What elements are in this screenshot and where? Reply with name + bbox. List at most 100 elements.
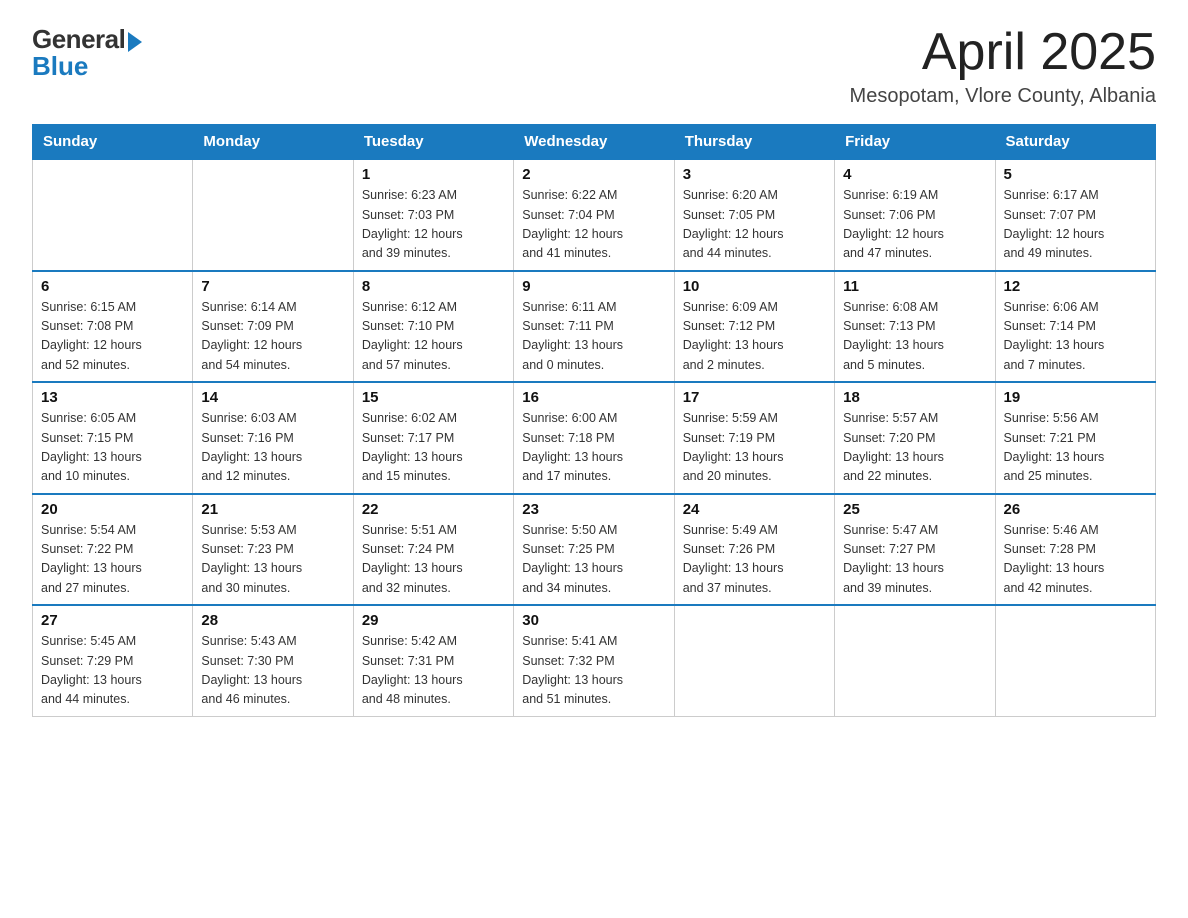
day-info: Sunrise: 6:11 AMSunset: 7:11 PMDaylight:… <box>522 298 665 376</box>
day-number: 18 <box>843 389 986 406</box>
day-info: Sunrise: 5:43 AMSunset: 7:30 PMDaylight:… <box>201 632 344 710</box>
calendar-cell: 30Sunrise: 5:41 AMSunset: 7:32 PMDayligh… <box>514 605 674 716</box>
calendar-cell: 10Sunrise: 6:09 AMSunset: 7:12 PMDayligh… <box>674 271 834 383</box>
day-number: 13 <box>41 389 184 406</box>
day-info: Sunrise: 6:17 AMSunset: 7:07 PMDaylight:… <box>1004 186 1147 264</box>
day-info: Sunrise: 5:47 AMSunset: 7:27 PMDaylight:… <box>843 521 986 599</box>
logo-blue-text: Blue <box>32 51 88 82</box>
calendar-header-thursday: Thursday <box>674 125 834 160</box>
calendar-cell: 27 Sunrise: 5:45 AMSunset: 7:29 PMDayligh… <box>33 605 193 716</box>
day-info: Sunrise: 6:15 AMSunset: 7:08 PMDaylight:… <box>41 298 184 376</box>
day-number: 7 <box>201 278 344 295</box>
day-number: 5 <box>1004 166 1147 183</box>
calendar-cell: 14 Sunrise: 6:03 AMSunset: 7:16 PMDayligh… <box>193 382 353 494</box>
calendar-week-row: 27 Sunrise: 5:45 AMSunset: 7:29 PMDayligh… <box>33 605 1156 716</box>
calendar-cell: 9 Sunrise: 6:11 AMSunset: 7:11 PMDaylight… <box>514 271 674 383</box>
day-info: Sunrise: 5:49 AMSunset: 7:26 PMDaylight:… <box>683 521 826 599</box>
calendar-cell: 12 Sunrise: 6:06 AMSunset: 7:14 PMDayligh… <box>995 271 1155 383</box>
calendar-cell: 24 Sunrise: 5:49 AMSunset: 7:26 PMDayligh… <box>674 494 834 606</box>
day-number: 25 <box>843 501 986 518</box>
calendar-cell: 26 Sunrise: 5:46 AMSunset: 7:28 PMDayligh… <box>995 494 1155 606</box>
day-number: 10 <box>683 278 826 295</box>
calendar-header-sunday: Sunday <box>33 125 193 160</box>
calendar-cell: 20 Sunrise: 5:54 AMSunset: 7:22 PMDayligh… <box>33 494 193 606</box>
day-number: 9 <box>522 278 665 295</box>
calendar-cell: 15Sunrise: 6:02 AMSunset: 7:17 PMDayligh… <box>353 382 513 494</box>
calendar-week-row: 1 Sunrise: 6:23 AMSunset: 7:03 PMDaylight… <box>33 159 1156 271</box>
day-info: Sunrise: 6:03 AMSunset: 7:16 PMDaylight:… <box>201 409 344 487</box>
day-number: 24 <box>683 501 826 518</box>
calendar-cell: 23 Sunrise: 5:50 AMSunset: 7:25 PMDayligh… <box>514 494 674 606</box>
day-info: Sunrise: 5:42 AMSunset: 7:31 PMDaylight:… <box>362 632 505 710</box>
calendar-cell: 1 Sunrise: 6:23 AMSunset: 7:03 PMDaylight… <box>353 159 513 271</box>
day-number: 14 <box>201 389 344 406</box>
day-info: Sunrise: 6:00 AMSunset: 7:18 PMDaylight:… <box>522 409 665 487</box>
day-info: Sunrise: 6:06 AMSunset: 7:14 PMDaylight:… <box>1004 298 1147 376</box>
calendar-cell: 5 Sunrise: 6:17 AMSunset: 7:07 PMDaylight… <box>995 159 1155 271</box>
day-info: Sunrise: 5:56 AMSunset: 7:21 PMDaylight:… <box>1004 409 1147 487</box>
day-number: 20 <box>41 501 184 518</box>
day-info: Sunrise: 6:20 AMSunset: 7:05 PMDaylight:… <box>683 186 826 264</box>
logo-arrow-icon <box>128 32 142 52</box>
day-info: Sunrise: 5:53 AMSunset: 7:23 PMDaylight:… <box>201 521 344 599</box>
calendar-header-saturday: Saturday <box>995 125 1155 160</box>
day-number: 27 <box>41 612 184 629</box>
calendar-cell: 17 Sunrise: 5:59 AMSunset: 7:19 PMDayligh… <box>674 382 834 494</box>
calendar-cell: 28 Sunrise: 5:43 AMSunset: 7:30 PMDayligh… <box>193 605 353 716</box>
calendar-cell: 11Sunrise: 6:08 AMSunset: 7:13 PMDayligh… <box>835 271 995 383</box>
calendar-cell: 2 Sunrise: 6:22 AMSunset: 7:04 PMDaylight… <box>514 159 674 271</box>
calendar-week-row: 13 Sunrise: 6:05 AMSunset: 7:15 PMDayligh… <box>33 382 1156 494</box>
calendar-header-friday: Friday <box>835 125 995 160</box>
day-number: 8 <box>362 278 505 295</box>
day-info: Sunrise: 5:45 AMSunset: 7:29 PMDaylight:… <box>41 632 184 710</box>
calendar-cell: 7Sunrise: 6:14 AMSunset: 7:09 PMDaylight… <box>193 271 353 383</box>
calendar-cell <box>33 159 193 271</box>
day-number: 12 <box>1004 278 1147 295</box>
month-title: April 2025 <box>850 24 1156 81</box>
day-info: Sunrise: 5:50 AMSunset: 7:25 PMDaylight:… <box>522 521 665 599</box>
day-info: Sunrise: 5:59 AMSunset: 7:19 PMDaylight:… <box>683 409 826 487</box>
day-number: 26 <box>1004 501 1147 518</box>
day-number: 1 <box>362 166 505 183</box>
day-number: 15 <box>362 389 505 406</box>
day-number: 22 <box>362 501 505 518</box>
day-info: Sunrise: 6:19 AMSunset: 7:06 PMDaylight:… <box>843 186 986 264</box>
day-info: Sunrise: 6:22 AMSunset: 7:04 PMDaylight:… <box>522 186 665 264</box>
calendar-cell: 8 Sunrise: 6:12 AMSunset: 7:10 PMDaylight… <box>353 271 513 383</box>
day-number: 16 <box>522 389 665 406</box>
calendar-header-row: SundayMondayTuesdayWednesdayThursdayFrid… <box>33 125 1156 160</box>
day-info: Sunrise: 6:12 AMSunset: 7:10 PMDaylight:… <box>362 298 505 376</box>
calendar-header-wednesday: Wednesday <box>514 125 674 160</box>
calendar-cell: 13 Sunrise: 6:05 AMSunset: 7:15 PMDayligh… <box>33 382 193 494</box>
location-title: Mesopotam, Vlore County, Albania <box>850 85 1156 108</box>
calendar-cell <box>193 159 353 271</box>
calendar-header-tuesday: Tuesday <box>353 125 513 160</box>
day-number: 19 <box>1004 389 1147 406</box>
day-number: 21 <box>201 501 344 518</box>
day-number: 4 <box>843 166 986 183</box>
day-number: 23 <box>522 501 665 518</box>
calendar-cell: 21 Sunrise: 5:53 AMSunset: 7:23 PMDayligh… <box>193 494 353 606</box>
calendar-cell: 19 Sunrise: 5:56 AMSunset: 7:21 PMDayligh… <box>995 382 1155 494</box>
day-info: Sunrise: 6:23 AMSunset: 7:03 PMDaylight:… <box>362 186 505 264</box>
calendar-table: SundayMondayTuesdayWednesdayThursdayFrid… <box>32 124 1156 717</box>
day-number: 17 <box>683 389 826 406</box>
day-info: Sunrise: 5:46 AMSunset: 7:28 PMDaylight:… <box>1004 521 1147 599</box>
day-number: 29 <box>362 612 505 629</box>
day-info: Sunrise: 6:05 AMSunset: 7:15 PMDaylight:… <box>41 409 184 487</box>
day-number: 3 <box>683 166 826 183</box>
calendar-cell: 3 Sunrise: 6:20 AMSunset: 7:05 PMDaylight… <box>674 159 834 271</box>
calendar-cell: 22Sunrise: 5:51 AMSunset: 7:24 PMDayligh… <box>353 494 513 606</box>
day-number: 30 <box>522 612 665 629</box>
day-number: 2 <box>522 166 665 183</box>
day-info: Sunrise: 5:54 AMSunset: 7:22 PMDaylight:… <box>41 521 184 599</box>
calendar-cell: 29 Sunrise: 5:42 AMSunset: 7:31 PMDayligh… <box>353 605 513 716</box>
calendar-cell: 16 Sunrise: 6:00 AMSunset: 7:18 PMDayligh… <box>514 382 674 494</box>
day-number: 28 <box>201 612 344 629</box>
calendar-week-row: 6 Sunrise: 6:15 AMSunset: 7:08 PMDaylight… <box>33 271 1156 383</box>
logo: General Blue <box>32 24 142 82</box>
day-number: 6 <box>41 278 184 295</box>
calendar-cell <box>835 605 995 716</box>
calendar-week-row: 20 Sunrise: 5:54 AMSunset: 7:22 PMDayligh… <box>33 494 1156 606</box>
day-info: Sunrise: 5:57 AMSunset: 7:20 PMDaylight:… <box>843 409 986 487</box>
